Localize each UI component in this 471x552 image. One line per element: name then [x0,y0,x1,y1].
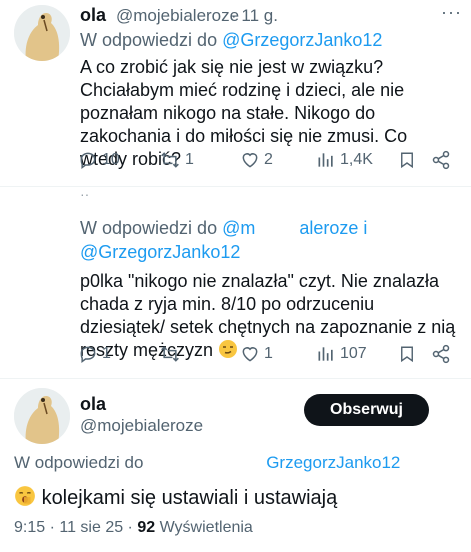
follow-button[interactable]: Obserwuj [304,394,429,426]
reply-to-link[interactable]: @GrzegorzJanko12 [222,30,382,50]
reply-icon [80,346,96,363]
reply-to-link-end[interactable]: aleroze i [299,218,367,238]
views-count: 92 [137,519,156,536]
reply-prefix: W odpowiedzi do [14,453,144,472]
repost-icon [161,152,179,168]
tweet-text-content: kolejkami się ustawiali i ustawiają [41,487,338,509]
views-count: 107 [340,345,367,362]
avatar[interactable] [14,5,70,61]
tweet-actions: 10 1 2 1,4K [0,148,471,178]
like-button[interactable]: 1 [240,344,273,364]
reply-icon [80,152,96,169]
author-name[interactable]: ola [80,394,106,415]
reply-to-link-2[interactable]: @GrzegorzJanko12 [80,242,240,263]
reply-count: 10 [102,151,120,168]
views-button[interactable]: 1,4K [316,150,373,170]
reply-to-link[interactable]: GrzegorzJanko12 [266,453,400,472]
tweet-text: kolejkami się ustawiali i ustawiają [14,485,337,510]
bookmark-icon [401,346,413,363]
like-count: 2 [264,151,273,168]
like-count: 1 [264,345,273,362]
share-icon [432,344,450,364]
tweet-timestamp[interactable]: 9:15 · 11 sie 25 · [14,519,133,536]
reply-prefix: W odpowiedzi do [80,218,218,238]
reply-button[interactable]: 10 [78,150,120,170]
repost-button[interactable] [159,344,185,364]
more-icon[interactable]: ··· [441,2,462,23]
author-handle[interactable]: @mojebialeroze [80,416,203,436]
author-handle[interactable]: @mojebialeroze [116,6,239,26]
bookmark-icon [401,152,413,169]
repost-icon [161,346,179,362]
reply-context: W odpowiedzi do @m aleroze i [80,218,367,239]
avatar[interactable] [14,388,70,444]
views-label: Wyświetlenia [159,519,253,536]
reply-prefix: W odpowiedzi do [80,30,218,50]
bookmark-button[interactable] [398,344,416,364]
views-icon [318,153,333,167]
views-count: 1,4K [340,151,373,168]
reply-to-link[interactable]: @m [222,218,255,238]
divider [0,186,471,187]
share-button[interactable] [431,344,451,364]
reply-context: W odpowiedzi do @GrzegorzJanko12 [80,30,382,51]
tweet-meta: 9:15 · 11 sie 25 · 92 Wyświetlenia [14,519,253,537]
views-icon [318,347,333,361]
repost-button[interactable]: 1 [159,150,194,170]
like-button[interactable]: 2 [240,150,273,170]
reply-count: 1 [102,345,111,362]
share-button[interactable] [431,150,451,170]
tweet-actions: 1 1 107 [0,342,471,372]
like-icon [242,153,258,168]
yawning-face-emoji [15,486,35,506]
like-icon [242,347,258,362]
views-button[interactable]: 107 [316,344,367,364]
obscured-header: ·· [80,186,90,202]
reply-button[interactable]: 1 [78,344,111,364]
author-name[interactable]: ola [80,5,106,26]
divider [0,378,471,379]
repost-count: 1 [185,151,194,168]
share-icon [432,150,450,170]
bookmark-button[interactable] [398,150,416,170]
tweet-time[interactable]: · 11 g. [231,6,278,26]
reply-context: W odpowiedzi do GrzegorzJanko12 [14,453,400,473]
